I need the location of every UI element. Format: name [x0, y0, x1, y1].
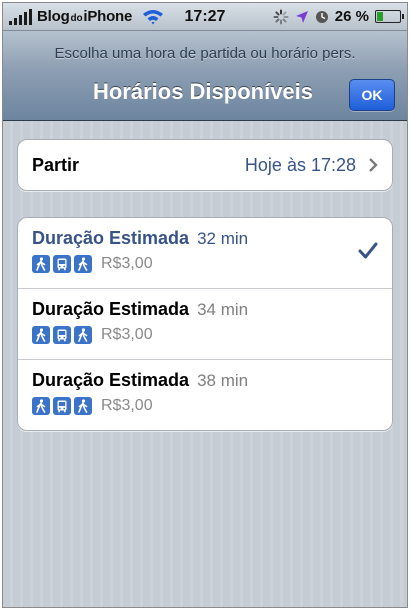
battery-level-fill [377, 12, 383, 21]
bus-icon [53, 397, 71, 415]
route-fare: R$3,00 [101, 326, 153, 343]
departure-time-row[interactable]: Partir Hoje às 17:28 [17, 139, 393, 191]
status-indicators: 26 % [273, 8, 404, 25]
route-fare: R$3,00 [101, 397, 153, 414]
walk-icon [32, 397, 50, 415]
route-heading: Duração Estimada 38 min [32, 370, 378, 391]
route-fare: R$3,00 [101, 255, 153, 272]
route-heading: Duração Estimada 32 min [32, 228, 378, 249]
carrier-left: Blog [37, 8, 70, 25]
route-option-row[interactable]: Duração Estimada 32 min R$3,00 [18, 218, 392, 289]
carrier-middle: do [70, 13, 83, 24]
route-duration: 38 min [197, 371, 249, 390]
nav-prompt: Escolha uma hora de partida ou horário p… [54, 45, 356, 62]
wifi-icon [143, 9, 164, 24]
checkmark-icon [358, 242, 378, 259]
route-modes: R$3,00 [32, 255, 378, 273]
route-heading: Duração Estimada 34 min [32, 299, 378, 320]
walk-icon [32, 255, 50, 273]
ok-button[interactable]: OK [349, 79, 395, 111]
walk-icon [74, 255, 92, 273]
navigation-bar: Escolha uma hora de partida ou horário p… [3, 31, 407, 121]
route-modes: R$3,00 [32, 326, 378, 344]
route-title: Duração Estimada [32, 228, 190, 248]
battery-icon [375, 10, 404, 23]
walk-icon [74, 326, 92, 344]
route-option-row[interactable]: Duração Estimada 38 min R$3,00 [18, 360, 392, 431]
bus-icon [53, 326, 71, 344]
status-bar: BlogdoiPhone 17:27 26 % [3, 3, 407, 31]
carrier-right: iPhone [83, 8, 133, 25]
page-title: Horários Disponíveis [92, 79, 314, 104]
signal-strength-icon [9, 8, 32, 25]
route-title: Duração Estimada [32, 370, 190, 390]
bus-icon [53, 255, 71, 273]
route-options-list: Duração Estimada 32 min R$3,00 Duração E… [17, 217, 393, 431]
route-duration: 34 min [197, 300, 249, 319]
walk-icon [32, 326, 50, 344]
chevron-right-icon [369, 158, 378, 172]
battery-percent: 26 % [334, 8, 369, 25]
alarm-clock-icon [315, 10, 328, 23]
route-option-row[interactable]: Duração Estimada 34 min R$3,00 [18, 289, 392, 360]
route-title: Duração Estimada [32, 299, 190, 319]
walk-icon [74, 397, 92, 415]
location-arrow-icon [295, 10, 308, 23]
route-duration: 32 min [197, 229, 249, 248]
phone-screen: BlogdoiPhone 17:27 26 % Escolha uma hora… [2, 2, 408, 608]
carrier-name: BlogdoiPhone [37, 8, 132, 25]
route-modes: R$3,00 [32, 397, 378, 415]
departure-label: Partir [32, 154, 80, 175]
departure-value: Hoje às 17:28 [244, 154, 356, 175]
loading-spinner-icon [273, 9, 289, 24]
